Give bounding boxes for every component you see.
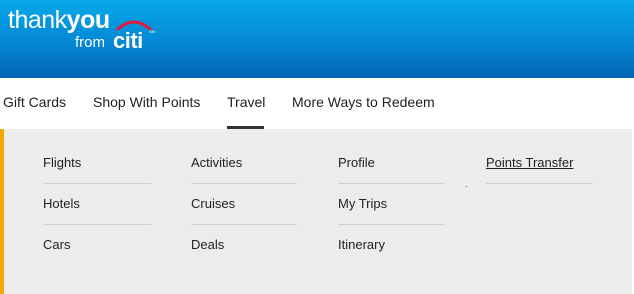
travel-dropdown-panel: Flights Hotels Cars Activities Cruises D… <box>0 129 634 294</box>
divider <box>338 224 445 225</box>
nav-item-more-ways-to-redeem[interactable]: More Ways to Redeem <box>292 94 435 110</box>
logo-thank: thank <box>8 6 67 34</box>
logo-trademark: SM <box>149 29 155 34</box>
nav-item-travel[interactable]: Travel <box>227 94 265 110</box>
divider <box>43 224 151 225</box>
divider <box>191 183 297 184</box>
divider <box>43 183 151 184</box>
divider <box>486 183 593 184</box>
logo-thankyou-text: thankyou <box>8 6 110 35</box>
link-points-transfer[interactable]: Points Transfer <box>486 155 573 170</box>
link-flights[interactable]: Flights <box>43 155 81 170</box>
page: thankyou from citi SM Gift Cards Shop Wi… <box>0 0 634 294</box>
link-hotels[interactable]: Hotels <box>43 196 80 211</box>
nav-item-gift-cards[interactable]: Gift Cards <box>3 94 66 110</box>
header-banner: thankyou from citi SM <box>0 0 634 78</box>
nav-item-shop-with-points[interactable]: Shop With Points <box>93 94 200 110</box>
main-nav: Gift Cards Shop With Points Travel More … <box>0 78 634 129</box>
divider <box>191 224 297 225</box>
link-profile[interactable]: Profile <box>338 155 375 170</box>
panel-accent-bar <box>0 129 4 294</box>
link-activities[interactable]: Activities <box>191 155 242 170</box>
link-deals[interactable]: Deals <box>191 237 224 252</box>
link-cruises[interactable]: Cruises <box>191 196 235 211</box>
link-itinerary[interactable]: Itinerary <box>338 237 385 252</box>
divider <box>338 183 445 184</box>
link-my-trips[interactable]: My Trips <box>338 196 387 211</box>
link-cars[interactable]: Cars <box>43 237 70 252</box>
stray-dot <box>466 186 467 187</box>
logo-from-text: from <box>75 34 105 51</box>
logo-you: you <box>66 6 110 34</box>
thankyou-logo[interactable]: thankyou from citi SM <box>8 6 158 53</box>
logo-citi-text: citi <box>113 28 143 53</box>
